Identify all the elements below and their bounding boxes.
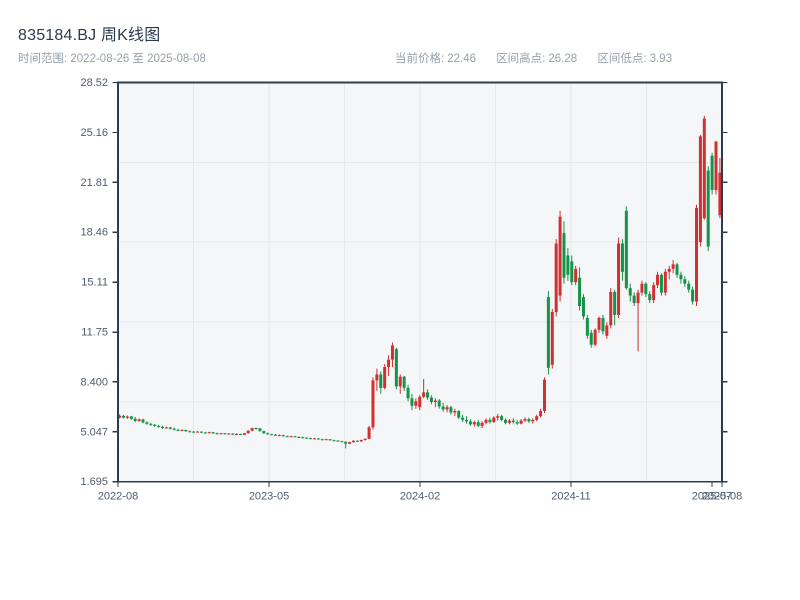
y-axis-label: 1.695 <box>80 476 108 488</box>
candle <box>542 377 546 414</box>
x-axis-label: 2024-02 <box>400 491 440 503</box>
candle <box>593 328 597 347</box>
candle <box>246 430 250 434</box>
y-axis-label: 18.46 <box>80 227 108 239</box>
candle <box>581 294 585 320</box>
y-axis-label: 11.75 <box>81 327 108 339</box>
candle <box>262 430 266 434</box>
y-axis-label: 28.52 <box>80 77 108 89</box>
candle <box>609 288 613 329</box>
candle <box>617 237 621 318</box>
candle <box>554 239 558 317</box>
x-axis-label: 2024-11 <box>551 491 591 503</box>
candle <box>702 115 706 220</box>
y-axis-label: 25.16 <box>80 127 108 139</box>
candle <box>371 377 375 430</box>
candle <box>710 152 714 195</box>
y-axis-label: 8.400 <box>80 376 108 388</box>
y-axis-label: 15.11 <box>81 277 108 289</box>
candle <box>550 308 554 369</box>
candle <box>652 282 656 304</box>
candle <box>394 347 398 390</box>
candle <box>659 273 663 296</box>
candle <box>359 439 363 442</box>
page-root: { "header": { "title": "835184.BJ 周K线图",… <box>0 0 800 600</box>
candle <box>714 140 718 195</box>
candle <box>558 210 562 302</box>
kline-chart: 28.52 25.16 21.81 18.46 15.11 11.75 8.400 5.047… <box>80 77 742 503</box>
candle <box>663 268 667 296</box>
candle <box>706 166 710 251</box>
candle <box>585 314 589 339</box>
candle <box>624 206 628 290</box>
x-axis-label: 2025-08 <box>702 491 742 503</box>
candle <box>383 364 387 390</box>
y-axis-label: 21.81 <box>80 177 108 189</box>
candle <box>546 291 550 375</box>
y-axis-label: 5.047 <box>80 426 108 438</box>
candle <box>698 134 702 247</box>
x-axis-label: 2023-05 <box>249 491 289 503</box>
x-axis-label: 2022-08 <box>98 491 138 503</box>
candle <box>367 425 371 440</box>
candle <box>695 204 699 307</box>
